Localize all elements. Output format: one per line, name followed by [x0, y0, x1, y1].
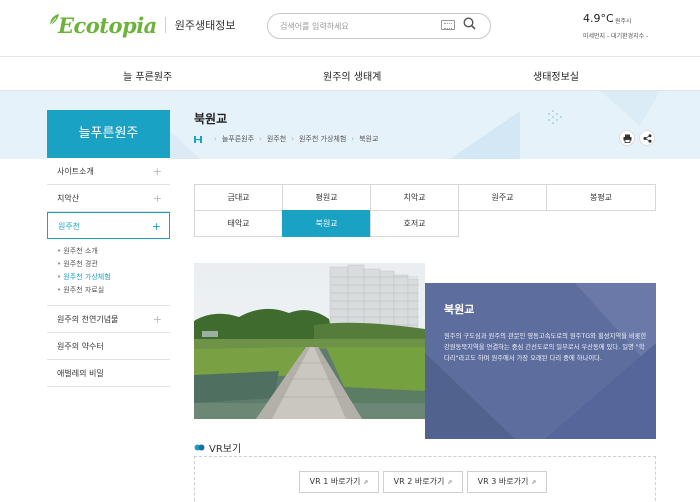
submenu-item-scenery[interactable]: 원주천 경관	[57, 258, 170, 271]
plus-icon: +	[151, 220, 161, 233]
vr-3-label: VR 3 바로가기	[477, 477, 529, 486]
vr-1-button[interactable]: VR 1 바로가기 ⇗	[299, 471, 379, 493]
home-icon[interactable]	[194, 135, 202, 143]
sidebar-item-label: 원주의 천연기념물	[57, 315, 119, 324]
breadcrumb-item[interactable]: 원주천 가상체험	[299, 134, 346, 144]
share-button[interactable]	[639, 130, 655, 146]
vr-icon	[194, 444, 205, 451]
main-navigation: 늘 푸른원주 원주의 생태계 생태정보실	[0, 56, 700, 91]
tab-chiakgyo[interactable]: 치악교	[370, 184, 459, 211]
share-icon	[643, 134, 652, 143]
external-link-icon: ⇗	[447, 479, 453, 486]
site-logo[interactable]: Ecotopia 원주생태정보	[48, 10, 236, 40]
bridge-info-box: 북원교 원주의 구도심과 원주의 관문인 영동고속도로의 원주TG와 횡성지역을…	[425, 283, 656, 439]
tab-bongpyeonggyo[interactable]: 봉평교	[546, 184, 656, 211]
sidebar-item-wonjucheon[interactable]: 원주천 +	[47, 212, 170, 239]
plus-icon: +	[152, 192, 162, 205]
breadcrumb-item[interactable]: 늘푸른원주	[222, 134, 254, 144]
search-box	[267, 13, 491, 39]
external-link-icon: ⇗	[531, 479, 537, 486]
breadcrumb-separator: ›	[259, 135, 262, 143]
submenu-item-archive[interactable]: 원주천 자료실	[57, 284, 170, 297]
plus-icon: +	[152, 313, 162, 326]
sidebar-item-label: 원주의 약수터	[57, 342, 104, 351]
keyboard-icon[interactable]	[441, 20, 455, 30]
sidebar-title: 늘푸른원주	[47, 110, 170, 158]
info-title: 북원교	[444, 303, 475, 316]
logo-text: Ecotopia	[58, 12, 157, 38]
tab-pyeongwongyo[interactable]: 평원교	[282, 184, 371, 211]
breadcrumb-separator: ›	[291, 135, 294, 143]
tab-taeakgyo[interactable]: 태악교	[194, 210, 283, 237]
bridge-photo-illustration	[194, 263, 425, 419]
breadcrumb-item[interactable]: 원주천	[267, 134, 286, 144]
sidebar-item-label: 치악산	[57, 194, 80, 203]
sidebar-item-springs[interactable]: 원주의 약수터	[47, 333, 170, 360]
nav-item-eco-info-room[interactable]: 생태정보실	[533, 68, 579, 83]
vr-section-label: VR보기	[209, 444, 242, 455]
external-link-icon: ⇗	[363, 479, 369, 486]
vr-1-label: VR 1 바로가기	[309, 477, 361, 486]
sidebar-item-chiaksan[interactable]: 치악산 +	[47, 185, 170, 212]
submenu-item-virtual-experience[interactable]: 원주천 가상체험	[57, 271, 170, 284]
submenu-item-intro[interactable]: 원주천 소개	[57, 245, 170, 258]
breadcrumb-separator: ›	[214, 135, 217, 143]
sidebar-item-label: 애벌레의 비밀	[57, 369, 104, 378]
plus-icon: +	[152, 165, 162, 178]
sidebar-item-label: 사이트소개	[57, 167, 94, 176]
info-description: 원주의 구도심과 원주의 관문인 영동고속도로의 원주TG와 횡성지역을 비롯한…	[444, 333, 647, 363]
breadcrumb-separator: ›	[351, 135, 355, 143]
sidebar-item-label: 원주천	[58, 222, 81, 231]
tab-wonjugyo[interactable]: 원주교	[458, 184, 547, 211]
page-title: 북원교	[194, 112, 228, 126]
vr-3-button[interactable]: VR 3 바로가기 ⇗	[467, 471, 547, 493]
sidebar-item-site-intro[interactable]: 사이트소개 +	[47, 158, 170, 185]
sidebar-submenu: 원주천 소개 원주천 경관 원주천 가상체험 원주천 자료실	[47, 239, 170, 306]
vr-section-title: VR보기	[194, 440, 241, 455]
site-name: 원주생태정보	[174, 19, 236, 32]
tab-geumdaegyo[interactable]: 금대교	[194, 184, 283, 211]
weather-temperature: 4.9°C	[583, 12, 614, 25]
print-button[interactable]	[619, 130, 635, 146]
tab-bukwongyo[interactable]: 북원교	[282, 210, 371, 237]
weather-location: 원주시	[615, 18, 632, 25]
logo-divider	[164, 17, 166, 33]
sidebar-item-caterpillar[interactable]: 애벌레의 비밀	[47, 360, 170, 387]
air-quality-info: 미세먼지 - 대기환경지수 -	[583, 33, 649, 40]
nav-item-ecosystem[interactable]: 원주의 생태계	[323, 68, 381, 83]
breadcrumb-item-current: 북원교	[359, 135, 379, 143]
breadcrumb: › 늘푸른원주 › 원주천 › 원주천 가상체험 › 북원교	[194, 134, 378, 144]
search-input[interactable]	[280, 19, 440, 33]
sidebar-menu: 사이트소개 + 치악산 + 원주천 + 원주천 소개 원주천 경관 원주천 가상…	[47, 158, 170, 387]
bridge-photo	[194, 263, 425, 419]
vr-2-label: VR 2 바로가기	[393, 477, 445, 486]
site-header: Ecotopia 원주생태정보 4.9°C 원주시 미세먼지 - 대기환경지수 …	[0, 0, 700, 56]
nav-item-green-wonju[interactable]: 늘 푸른원주	[123, 68, 172, 83]
vr-2-button[interactable]: VR 2 바로가기 ⇗	[383, 471, 463, 493]
print-icon	[623, 134, 632, 143]
search-icon[interactable]	[463, 17, 476, 30]
tab-hojeogyo[interactable]: 호저교	[370, 210, 459, 237]
sidebar-item-natural-monuments[interactable]: 원주의 천연기념물 +	[47, 306, 170, 333]
